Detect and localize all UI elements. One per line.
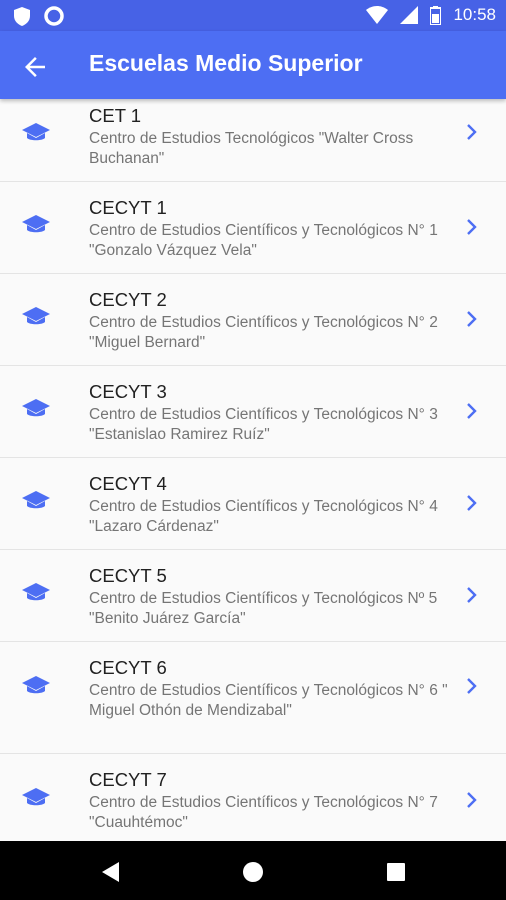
chevron-right-icon	[467, 495, 477, 511]
wifi-icon	[366, 6, 389, 24]
back-triangle-icon[interactable]	[99, 860, 123, 884]
list-item[interactable]: CECYT 7 Centro de Estudios Científicos y…	[0, 754, 506, 841]
school-name: CET 1	[89, 105, 142, 126]
list-item[interactable]: CECYT 2 Centro de Estudios Científicos y…	[0, 274, 506, 366]
graduation-cap-icon	[22, 215, 50, 233]
navigation-bar	[0, 841, 506, 900]
school-description: Centro de Estudios Científicos y Tecnoló…	[89, 314, 438, 351]
chevron-right-icon	[467, 587, 477, 603]
school-description: Centro de Estudios Científicos y Tecnoló…	[89, 590, 438, 627]
chevron-right-icon	[467, 403, 477, 419]
list-item[interactable]: CECYT 5 Centro de Estudios Científicos y…	[0, 550, 506, 642]
signal-icon	[400, 6, 419, 24]
clock: 10:58	[453, 5, 496, 24]
graduation-cap-icon	[22, 676, 50, 694]
school-description: Centro de Estudios Científicos y Tecnoló…	[89, 406, 438, 443]
list-item[interactable]: CECYT 4 Centro de Estudios Científicos y…	[0, 458, 506, 550]
school-name: CECYT 7	[89, 769, 167, 790]
page-title: Escuelas Medio Superior	[89, 50, 363, 76]
app-bar: Escuelas Medio Superior	[0, 31, 506, 99]
list-item[interactable]: CET 1 Centro de Estudios Tecnológicos "W…	[0, 99, 506, 182]
school-list: CET 1 Centro de Estudios Tecnológicos "W…	[0, 99, 506, 841]
chevron-right-icon	[467, 219, 477, 235]
status-bar: 10:58	[0, 0, 506, 31]
school-name: CECYT 2	[89, 289, 167, 310]
recents-square-icon[interactable]	[384, 860, 408, 884]
battery-icon	[430, 5, 442, 25]
school-name: CECYT 6	[89, 657, 167, 678]
graduation-cap-icon	[22, 491, 50, 509]
graduation-cap-icon	[22, 123, 50, 141]
graduation-cap-icon	[22, 788, 50, 806]
graduation-cap-icon	[22, 307, 50, 325]
home-circle-icon[interactable]	[241, 860, 265, 884]
chevron-right-icon	[467, 311, 477, 327]
school-description: Centro de Estudios Tecnológicos "Walter …	[89, 130, 414, 167]
graduation-cap-icon	[22, 583, 50, 601]
chevron-right-icon	[467, 124, 477, 140]
school-description: Centro de Estudios Científicos y Tecnoló…	[89, 682, 448, 719]
chevron-right-icon	[467, 792, 477, 808]
school-name: CECYT 4	[89, 473, 167, 494]
chevron-right-icon	[467, 678, 477, 694]
list-item[interactable]: CECYT 3 Centro de Estudios Científicos y…	[0, 366, 506, 458]
school-name: CECYT 5	[89, 565, 167, 586]
shield-icon	[14, 6, 30, 26]
school-description: Centro de Estudios Científicos y Tecnoló…	[89, 794, 438, 831]
school-description: Centro de Estudios Científicos y Tecnoló…	[89, 222, 438, 259]
arrow-back-icon[interactable]	[20, 52, 50, 82]
list-item[interactable]: CECYT 1 Centro de Estudios Científicos y…	[0, 182, 506, 274]
circle-icon	[44, 6, 64, 26]
graduation-cap-icon	[22, 399, 50, 417]
school-name: CECYT 3	[89, 381, 167, 402]
school-description: Centro de Estudios Científicos y Tecnoló…	[89, 498, 438, 535]
school-name: CECYT 1	[89, 197, 167, 218]
list-item[interactable]: CECYT 6 Centro de Estudios Científicos y…	[0, 642, 506, 754]
